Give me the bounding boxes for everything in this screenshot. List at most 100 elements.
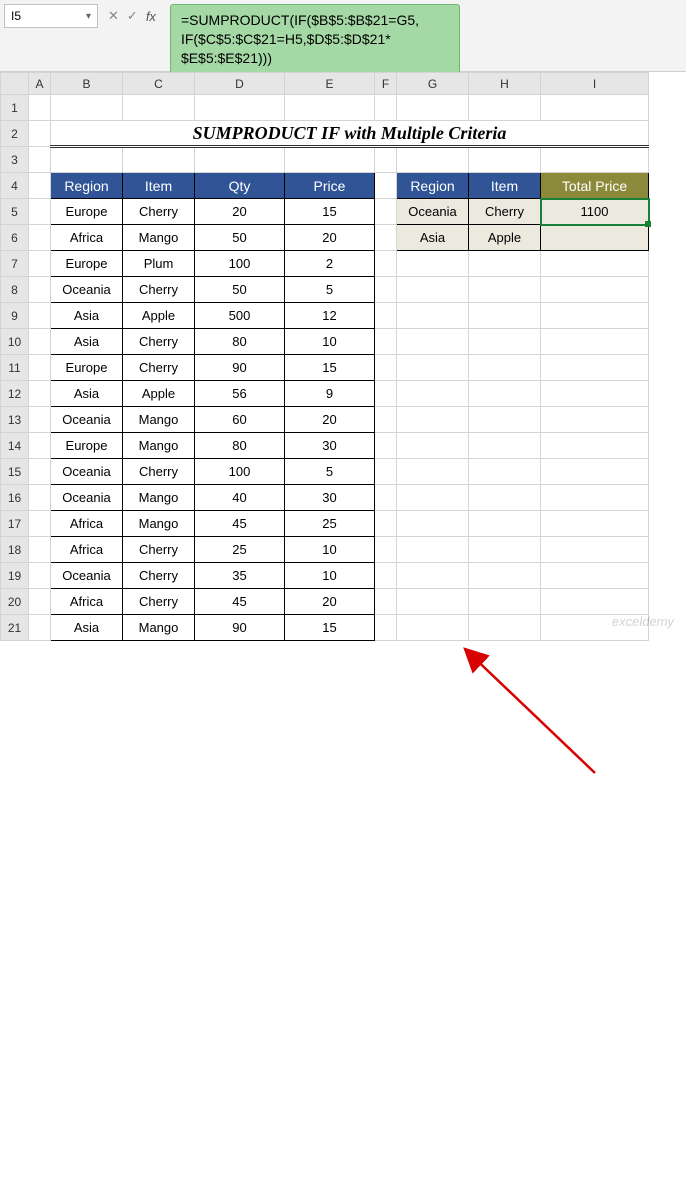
cell[interactable]	[469, 485, 541, 511]
cell[interactable]	[51, 95, 123, 121]
cell-region[interactable]: Africa	[51, 589, 123, 615]
cell[interactable]	[29, 615, 51, 641]
cell[interactable]	[397, 277, 469, 303]
cell[interactable]	[541, 407, 649, 433]
cell-qty[interactable]: 100	[195, 251, 285, 277]
cell-region[interactable]: Oceania	[51, 459, 123, 485]
cell-item[interactable]: Mango	[123, 615, 195, 641]
cell-price[interactable]: 2	[285, 251, 375, 277]
cell[interactable]	[541, 459, 649, 485]
cell-qty[interactable]: 80	[195, 329, 285, 355]
cell[interactable]	[397, 147, 469, 173]
col-header[interactable]: F	[375, 73, 397, 95]
cell-item[interactable]: Cherry	[123, 199, 195, 225]
cell[interactable]	[397, 511, 469, 537]
cell[interactable]	[29, 277, 51, 303]
col-header[interactable]: C	[123, 73, 195, 95]
cell[interactable]	[397, 251, 469, 277]
cell[interactable]	[469, 147, 541, 173]
row-header[interactable]: 2	[1, 121, 29, 147]
cell[interactable]	[29, 537, 51, 563]
cell[interactable]	[469, 355, 541, 381]
cell[interactable]	[397, 537, 469, 563]
cell[interactable]	[29, 147, 51, 173]
cell-price[interactable]: 15	[285, 199, 375, 225]
cell[interactable]	[397, 459, 469, 485]
cell[interactable]	[469, 537, 541, 563]
cell[interactable]	[123, 147, 195, 173]
cell-price[interactable]: 12	[285, 303, 375, 329]
accept-icon[interactable]: ✓	[127, 8, 138, 24]
cell[interactable]	[375, 95, 397, 121]
cell[interactable]	[375, 589, 397, 615]
row-header[interactable]: 18	[1, 537, 29, 563]
cell[interactable]	[195, 95, 285, 121]
cell[interactable]	[541, 277, 649, 303]
cell[interactable]	[375, 511, 397, 537]
cell[interactable]	[541, 485, 649, 511]
cell[interactable]	[51, 147, 123, 173]
cell[interactable]	[29, 433, 51, 459]
cell[interactable]	[29, 355, 51, 381]
row-header[interactable]: 19	[1, 563, 29, 589]
lookup-total[interactable]	[541, 225, 649, 251]
cell[interactable]	[29, 459, 51, 485]
cell[interactable]	[541, 433, 649, 459]
col-header[interactable]: B	[51, 73, 123, 95]
cell[interactable]	[397, 589, 469, 615]
cell[interactable]	[397, 563, 469, 589]
cell[interactable]	[375, 615, 397, 641]
cell[interactable]	[375, 199, 397, 225]
cell-qty[interactable]: 40	[195, 485, 285, 511]
cell[interactable]	[375, 303, 397, 329]
cell-qty[interactable]: 90	[195, 355, 285, 381]
cell[interactable]	[375, 537, 397, 563]
cell[interactable]	[375, 381, 397, 407]
cell[interactable]	[29, 563, 51, 589]
cell[interactable]	[285, 95, 375, 121]
row-header[interactable]: 15	[1, 459, 29, 485]
cell-qty[interactable]: 50	[195, 225, 285, 251]
cell-qty[interactable]: 45	[195, 589, 285, 615]
col-header[interactable]: H	[469, 73, 541, 95]
cell-price[interactable]: 25	[285, 511, 375, 537]
cell-region[interactable]: Asia	[51, 329, 123, 355]
row-header[interactable]: 12	[1, 381, 29, 407]
cell[interactable]	[29, 173, 51, 199]
row-header[interactable]: 16	[1, 485, 29, 511]
row-header[interactable]: 7	[1, 251, 29, 277]
cell[interactable]	[29, 511, 51, 537]
col-header[interactable]: E	[285, 73, 375, 95]
cell[interactable]	[375, 407, 397, 433]
cell-price[interactable]: 30	[285, 485, 375, 511]
cell-price[interactable]: 10	[285, 537, 375, 563]
cell[interactable]	[469, 329, 541, 355]
cell-item[interactable]: Apple	[123, 303, 195, 329]
cell-qty[interactable]: 50	[195, 277, 285, 303]
lookup-region[interactable]: Oceania	[397, 199, 469, 225]
cell-region[interactable]: Oceania	[51, 563, 123, 589]
cell[interactable]	[29, 329, 51, 355]
cell[interactable]	[375, 329, 397, 355]
row-header[interactable]: 5	[1, 199, 29, 225]
row-header[interactable]: 8	[1, 277, 29, 303]
cell[interactable]	[29, 303, 51, 329]
cell[interactable]	[397, 303, 469, 329]
cell[interactable]	[541, 537, 649, 563]
cell[interactable]	[397, 433, 469, 459]
cell[interactable]	[469, 511, 541, 537]
cell[interactable]	[469, 459, 541, 485]
cell-region[interactable]: Africa	[51, 225, 123, 251]
cell-qty[interactable]: 100	[195, 459, 285, 485]
cell[interactable]	[541, 251, 649, 277]
row-header[interactable]: 3	[1, 147, 29, 173]
cell[interactable]	[397, 381, 469, 407]
cell[interactable]	[375, 277, 397, 303]
cell[interactable]	[397, 329, 469, 355]
cell[interactable]	[375, 173, 397, 199]
cell[interactable]	[469, 589, 541, 615]
row-header[interactable]: 20	[1, 589, 29, 615]
row-header[interactable]: 9	[1, 303, 29, 329]
cell[interactable]	[541, 381, 649, 407]
cell[interactable]	[469, 303, 541, 329]
